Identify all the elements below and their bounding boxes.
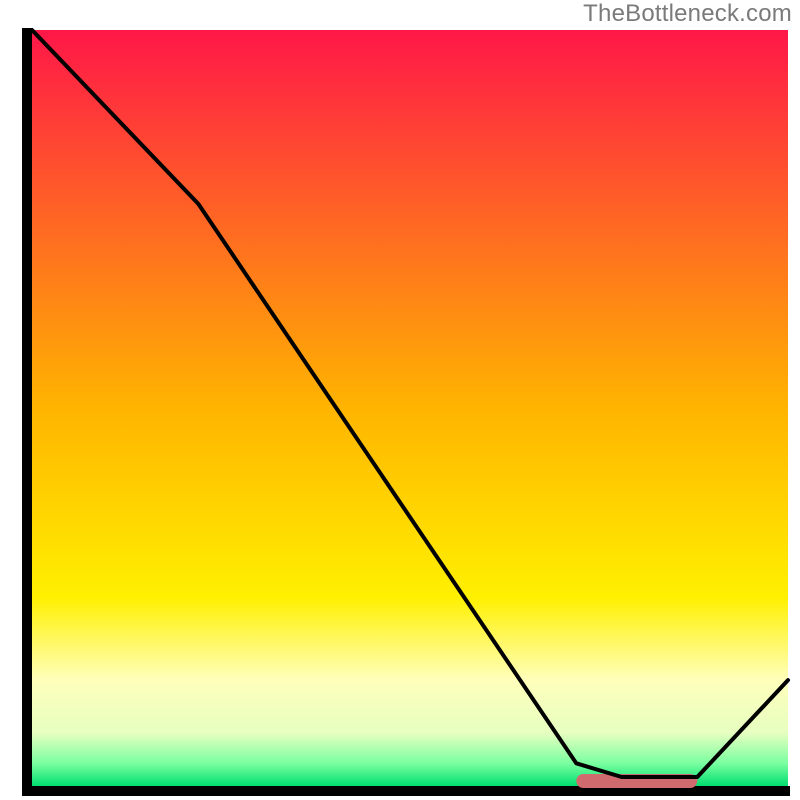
bottleneck-chart <box>0 0 800 800</box>
chart-stage: TheBottleneck.com <box>0 0 800 800</box>
y-axis <box>22 28 32 796</box>
plot-background <box>32 30 788 786</box>
